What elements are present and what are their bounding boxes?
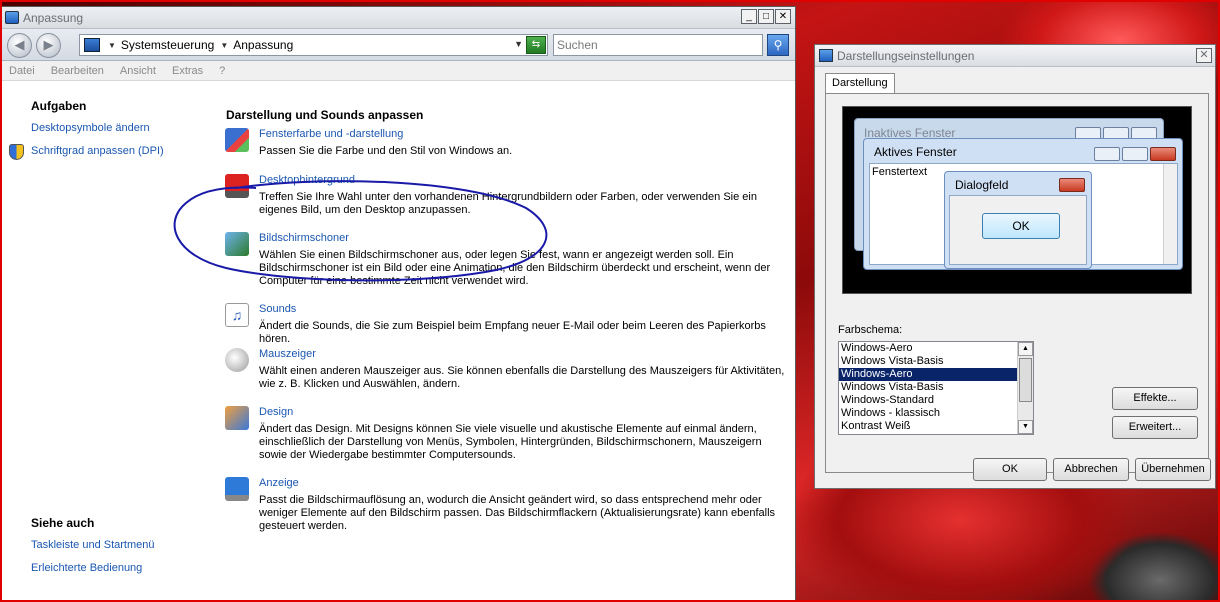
item-link-display[interactable]: Anzeige [259,477,299,489]
item-link-desktop-background[interactable]: Desktophintergrund [259,174,355,186]
maximize-button[interactable]: □ [758,9,774,24]
theme-icon [225,406,249,430]
color-scheme-option[interactable]: Windows - klassisch [839,407,1017,420]
color-scheme-option[interactable]: Windows-Aero [839,342,1017,355]
scroll-down-icon[interactable]: ▼ [1018,420,1033,434]
control-panel-icon [84,38,100,52]
breadcrumb[interactable]: ▼ Systemsteuerung ▼ Anpassung ▼ ⇆ [79,34,548,56]
color-scheme-list[interactable]: Windows-Aero Windows Vista-Basis Windows… [838,341,1034,435]
close-icon[interactable]: ✕ [1196,48,1212,63]
preview-active-title: Aktives Fenster [874,145,957,159]
color-scheme-option[interactable]: Windows-Standard [839,394,1017,407]
item-description: Passt die Bildschirmauflösung an, wodurc… [259,494,776,532]
preview-close-icon [1059,178,1085,192]
preview-scrollbar [1163,164,1177,264]
item-link-window-color[interactable]: Fensterfarbe und -darstellung [259,128,403,140]
display-settings-icon [819,49,833,62]
window-color-icon [225,128,249,152]
address-dropdown-icon[interactable]: ▼ [514,39,523,49]
item-description: Wählen Sie einen Bildschirmschoner aus, … [259,249,771,287]
dialog-titlebar[interactable]: Darstellungseinstellungen ✕ [815,45,1215,67]
back-button[interactable]: ◀ [7,33,32,58]
minimize-button[interactable]: _ [741,9,757,24]
item-link-mouse-pointer[interactable]: Mauszeiger [259,348,316,360]
breadcrumb-item[interactable]: Systemsteuerung [121,38,214,52]
task-desktop-icons[interactable]: Desktopsymbole ändern [31,122,150,134]
tasks-heading: Aufgaben [31,99,87,113]
list-scrollbar[interactable]: ▲ ▼ [1017,342,1033,434]
search-icon[interactable]: ⚲ [767,34,789,56]
color-scheme-option[interactable]: Kontrast Weiß [839,420,1017,433]
preview-message-box-title: Dialogfeld [955,178,1009,192]
task-adjust-dpi[interactable]: Schriftgrad anpassen (DPI) [31,145,164,157]
mouse-pointer-icon [225,348,249,372]
color-scheme-option-selected[interactable]: Windows-Aero [839,368,1017,381]
scroll-up-icon[interactable]: ▲ [1018,342,1033,356]
preview-minimize-icon [1094,147,1120,161]
breadcrumb-item[interactable]: Anpassung [233,38,293,52]
chevron-down-icon[interactable]: ▼ [220,41,228,50]
search-input[interactable]: Suchen [553,34,763,56]
item-description: Ändert das Design. Mit Designs können Si… [259,423,762,461]
personalization-window: Anpassung _ □ ✕ ◀ ▶ ▼ Systemsteuerung ▼ … [0,6,796,602]
dialog-title: Darstellungseinstellungen [837,49,975,63]
preview-message-box: Dialogfeld OK [944,171,1092,269]
menu-file[interactable]: Datei [9,65,35,77]
advanced-button[interactable]: Erweitert... [1112,416,1198,439]
tab-panel: Inaktives Fenster Aktives Fenster Fenste… [825,93,1209,473]
scroll-thumb[interactable] [1019,358,1032,402]
menu-bar: Datei Bearbeiten Ansicht Extras ? [1,61,795,81]
color-scheme-option[interactable]: Windows Vista-Basis [839,381,1017,394]
address-toolbar: ◀ ▶ ▼ Systemsteuerung ▼ Anpassung ▼ ⇆ Su… [1,29,795,61]
control-panel-icon [5,11,19,24]
item-description: Treffen Sie Ihre Wahl unter den vorhande… [259,191,757,216]
page-title: Darstellung und Sounds anpassen [226,108,424,122]
item-description: Wählt einen anderen Mauszeiger aus. Sie … [259,365,785,390]
sounds-icon: ♫ [225,303,249,327]
uac-shield-icon [9,144,24,160]
ok-button[interactable]: OK [973,458,1047,481]
window-title: Anpassung [23,10,84,25]
window-titlebar[interactable]: Anpassung _ □ ✕ [1,7,795,29]
menu-help[interactable]: ? [219,65,225,77]
tab-appearance[interactable]: Darstellung [825,73,895,93]
cancel-button[interactable]: Abbrechen [1053,458,1129,481]
color-scheme-option[interactable]: Windows Vista-Basis [839,355,1017,368]
menu-tools[interactable]: Extras [172,65,203,77]
see-also-accessibility[interactable]: Erleichterte Bedienung [31,562,142,574]
item-link-sounds[interactable]: Sounds [259,303,296,315]
preview-window-text: Fenstertext [872,166,928,178]
close-button[interactable]: ✕ [775,9,791,24]
item-link-screensaver[interactable]: Bildschirmschoner [259,232,349,244]
preview-ok-button: OK [982,213,1060,239]
see-also-taskbar[interactable]: Taskleiste und Startmenü [31,539,155,551]
content-area: Aufgaben Desktopsymbole ändern Schriftgr… [1,83,795,601]
preview-maximize-icon [1122,147,1148,161]
item-description: Ändert die Sounds, die Sie zum Beispiel … [259,320,766,345]
refresh-button[interactable]: ⇆ [526,36,546,54]
chevron-down-icon[interactable]: ▼ [108,41,116,50]
menu-view[interactable]: Ansicht [120,65,156,77]
item-link-theme[interactable]: Design [259,406,293,418]
see-also-heading: Siehe auch [31,516,95,530]
color-scheme-label: Farbschema: [838,324,903,336]
desktop-background-icon [225,174,249,198]
preview-close-icon [1150,147,1176,161]
appearance-preview: Inaktives Fenster Aktives Fenster Fenste… [842,106,1192,294]
task-pane: Aufgaben Desktopsymbole ändern Schriftgr… [1,83,216,601]
menu-edit[interactable]: Bearbeiten [51,65,104,77]
screensaver-icon [225,232,249,256]
effects-button[interactable]: Effekte... [1112,387,1198,410]
forward-button[interactable]: ▶ [36,33,61,58]
apply-button[interactable]: Übernehmen [1135,458,1211,481]
display-icon [225,477,249,501]
item-description: Passen Sie die Farbe und den Stil von Wi… [259,145,513,157]
appearance-settings-dialog: Darstellungseinstellungen ✕ Darstellung … [814,44,1216,489]
